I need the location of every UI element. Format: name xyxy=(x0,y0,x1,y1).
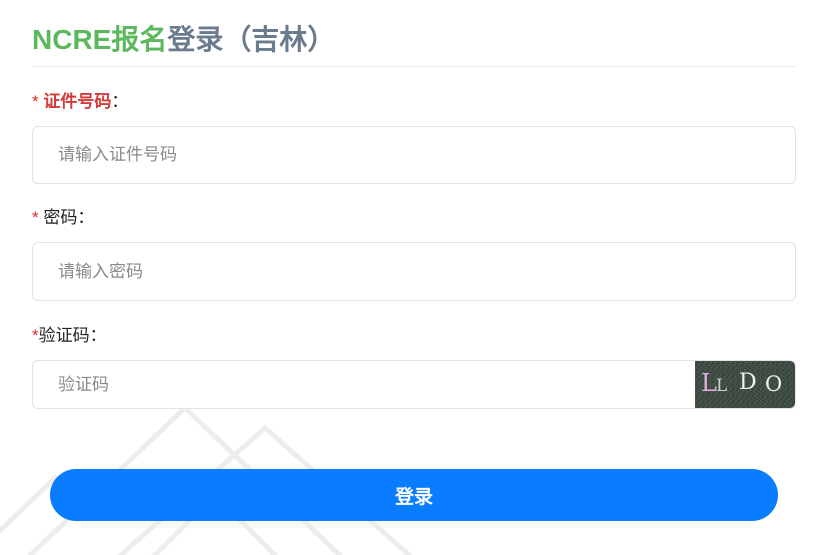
password-label: * 密码： xyxy=(32,207,94,229)
title-divider xyxy=(32,66,796,67)
captcha-label-text: 验证码 xyxy=(38,326,90,345)
id-number-field-wrapper xyxy=(32,126,796,184)
page-title-highlight: NCRE报名 xyxy=(32,24,168,55)
id-number-label-text: 证件号码 xyxy=(43,92,112,111)
captcha-char: L xyxy=(716,376,728,396)
id-number-input[interactable] xyxy=(33,127,795,183)
captcha-input[interactable] xyxy=(33,361,695,408)
password-label-text: 密码 xyxy=(43,208,78,227)
id-number-label: * 证件号码： xyxy=(32,91,128,113)
captcha-image[interactable]: L L D O xyxy=(695,361,795,408)
required-mark: * xyxy=(32,208,44,227)
required-mark: * xyxy=(32,326,39,345)
page-title: NCRE报名登录（吉林） xyxy=(32,20,335,60)
password-field-wrapper xyxy=(32,242,796,301)
captcha-char: L xyxy=(701,369,717,397)
page-title-rest: 登录（吉林） xyxy=(167,24,336,55)
captcha-char: O xyxy=(765,372,783,396)
label-colon: ： xyxy=(77,208,95,227)
login-button[interactable]: 登录 xyxy=(50,469,778,521)
captcha-field-wrapper: L L D O xyxy=(32,360,796,409)
captcha-char: D xyxy=(739,370,757,395)
required-mark: * xyxy=(32,92,44,111)
password-input[interactable] xyxy=(33,243,795,300)
captcha-label: *验证码： xyxy=(32,325,107,347)
label-colon: ： xyxy=(111,92,129,111)
label-colon: ： xyxy=(89,326,107,345)
